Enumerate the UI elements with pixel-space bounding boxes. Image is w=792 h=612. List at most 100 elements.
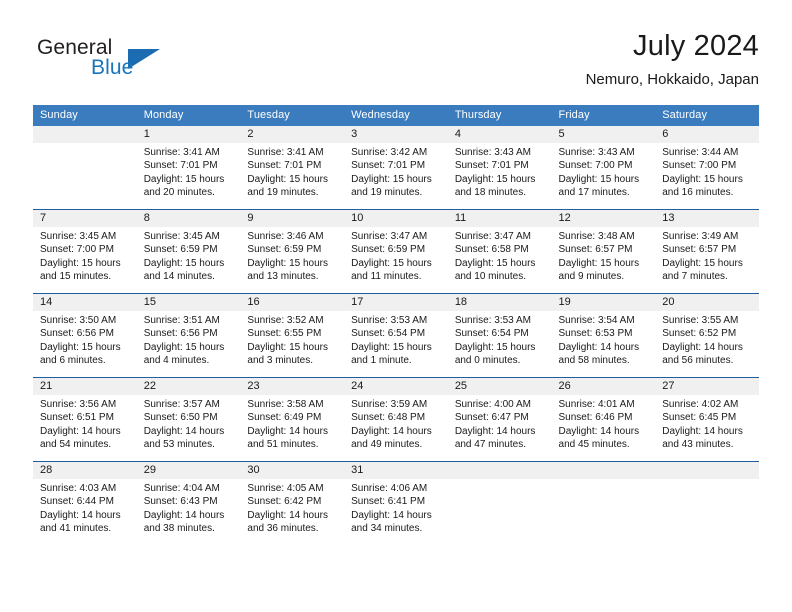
calendar-day-cell[interactable]: 17 Sunrise: 3:53 AM Sunset: 6:54 PM Dayligh… — [344, 293, 448, 378]
calendar-day-cell[interactable]: 22 Sunrise: 3:57 AM Sunset: 6:50 PM Dayligh… — [136, 377, 241, 462]
day-cell-details: Sunrise: 4:04 AM Sunset: 6:43 PM Daylight:… — [137, 479, 241, 536]
day-detail-line: and 4 minutes. — [143, 355, 210, 367]
calendar-day-cell[interactable]: 3 Sunrise: 3:42 AM Sunset: 7:01 PM Daylight… — [344, 126, 448, 210]
calendar-day-cell[interactable]: 4 Sunrise: 3:43 AM Sunset: 7:01 PM Daylight… — [447, 126, 552, 210]
day-cell-details: Sunrise: 3:43 AM Sunset: 7:01 PM Daylight:… — [448, 143, 552, 200]
day-cell-details: Sunrise: 3:52 AM Sunset: 6:55 PM Daylight:… — [240, 311, 344, 368]
day-cell-inner: 13 Sunrise: 3:49 AM Sunset: 6:57 PM Dayligh… — [655, 210, 759, 293]
day-detail-line: and 3 minutes. — [247, 355, 314, 367]
day-detail-line: Sunrise: 3:50 AM — [40, 315, 117, 326]
day-detail-line: Daylight: 15 hours — [143, 173, 225, 185]
day-cell-details: Sunrise: 3:49 AM Sunset: 6:57 PM Daylight:… — [655, 227, 759, 284]
day-cell-inner — [551, 462, 656, 545]
calendar-day-cell[interactable]: 13 Sunrise: 3:49 AM Sunset: 6:57 PM Dayligh… — [655, 209, 759, 294]
day-detail-line: and 10 minutes. — [454, 271, 526, 283]
day-number: 30 — [240, 462, 345, 479]
day-detail-line: and 45 minutes. — [558, 439, 630, 451]
day-cell-inner: 24 Sunrise: 3:59 AM Sunset: 6:48 PM Dayligh… — [344, 378, 448, 461]
calendar-day-cell[interactable]: 11 Sunrise: 3:47 AM Sunset: 6:58 PM Dayligh… — [447, 209, 552, 294]
day-detail-line: Daylight: 15 hours — [662, 257, 743, 269]
day-detail-line: and 43 minutes. — [662, 439, 734, 451]
day-detail-line: Sunset: 7:01 PM — [247, 160, 322, 172]
calendar-day-cell[interactable]: 9 Sunrise: 3:46 AM Sunset: 6:59 PM Daylight… — [240, 209, 345, 294]
calendar-week-row: 28 Sunrise: 4:03 AM Sunset: 6:44 PM Dayligh… — [33, 461, 759, 545]
day-cell-inner: 28 Sunrise: 4:03 AM Sunset: 6:44 PM Dayligh… — [33, 462, 137, 545]
day-number: 5 — [551, 126, 656, 143]
day-cell-inner — [655, 462, 759, 545]
day-number: 7 — [33, 210, 137, 227]
day-detail-line: Daylight: 14 hours — [558, 425, 640, 437]
calendar-day-cell[interactable]: 20 Sunrise: 3:55 AM Sunset: 6:52 PM Dayligh… — [655, 293, 759, 378]
calendar-day-cell[interactable]: 25 Sunrise: 4:00 AM Sunset: 6:47 PM Dayligh… — [447, 377, 552, 462]
calendar-day-cell[interactable]: 27 Sunrise: 4:02 AM Sunset: 6:45 PM Dayligh… — [655, 377, 759, 462]
calendar-day-cell[interactable]: 31 Sunrise: 4:06 AM Sunset: 6:41 PM Dayligh… — [344, 461, 448, 545]
day-detail-line: Sunrise: 3:42 AM — [351, 147, 428, 158]
day-number: 12 — [551, 210, 656, 227]
day-detail-line: Daylight: 15 hours — [454, 341, 536, 353]
day-cell-details: Sunrise: 3:58 AM Sunset: 6:49 PM Daylight:… — [240, 395, 344, 452]
calendar-day-cell[interactable]: 26 Sunrise: 4:01 AM Sunset: 6:46 PM Dayligh… — [551, 377, 656, 462]
calendar-day-cell[interactable]: 10 Sunrise: 3:47 AM Sunset: 6:59 PM Dayligh… — [344, 209, 448, 294]
day-number: 20 — [655, 294, 759, 311]
day-detail-line: and 11 minutes. — [351, 271, 422, 283]
brand-logo[interactable]: General Blue — [33, 36, 263, 90]
calendar-day-cell[interactable]: 12 Sunrise: 3:48 AM Sunset: 6:57 PM Dayligh… — [551, 209, 656, 294]
day-number — [447, 462, 552, 479]
day-cell-inner: 31 Sunrise: 4:06 AM Sunset: 6:41 PM Dayligh… — [344, 462, 448, 545]
day-detail-line: Sunrise: 3:49 AM — [662, 231, 739, 242]
day-cell-inner: 26 Sunrise: 4:01 AM Sunset: 6:46 PM Dayligh… — [551, 378, 656, 461]
day-detail-line: Sunrise: 3:53 AM — [351, 315, 428, 326]
day-detail-line: Sunrise: 4:03 AM — [40, 483, 117, 494]
calendar-day-cell[interactable]: 14 Sunrise: 3:50 AM Sunset: 6:56 PM Dayligh… — [33, 293, 137, 378]
calendar-day-cell[interactable]: 15 Sunrise: 3:51 AM Sunset: 6:56 PM Dayligh… — [136, 293, 241, 378]
calendar-day-cell[interactable]: 16 Sunrise: 3:52 AM Sunset: 6:55 PM Dayligh… — [240, 293, 345, 378]
calendar-day-cell[interactable]: 30 Sunrise: 4:05 AM Sunset: 6:42 PM Dayligh… — [240, 461, 345, 545]
day-detail-line: Sunset: 6:45 PM — [662, 412, 737, 424]
day-detail-line: Sunset: 6:43 PM — [143, 496, 218, 508]
calendar-day-cell[interactable]: 19 Sunrise: 3:54 AM Sunset: 6:53 PM Dayligh… — [551, 293, 656, 378]
calendar-day-cell[interactable]: 7 Sunrise: 3:45 AM Sunset: 7:00 PM Daylight… — [33, 209, 137, 294]
day-cell-inner: 3 Sunrise: 3:42 AM Sunset: 7:01 PM Daylight… — [344, 126, 448, 209]
day-cell-details: Sunrise: 4:05 AM Sunset: 6:42 PM Daylight:… — [240, 479, 344, 536]
day-cell-inner — [33, 126, 137, 209]
calendar-day-cell[interactable]: 2 Sunrise: 3:41 AM Sunset: 7:01 PM Daylight… — [240, 126, 345, 210]
day-cell-inner: 14 Sunrise: 3:50 AM Sunset: 6:56 PM Dayligh… — [33, 294, 137, 377]
calendar-day-cell[interactable]: 28 Sunrise: 4:03 AM Sunset: 6:44 PM Dayligh… — [33, 461, 137, 545]
day-detail-line: and 17 minutes. — [558, 187, 630, 199]
day-cell-inner: 8 Sunrise: 3:45 AM Sunset: 6:59 PM Daylight… — [136, 210, 241, 293]
day-number — [33, 126, 137, 143]
day-cell-inner: 30 Sunrise: 4:05 AM Sunset: 6:42 PM Dayligh… — [240, 462, 345, 545]
calendar-header-row: Sunday Monday Tuesday Wednesday Thursday Frid… — [33, 105, 759, 126]
weekday-header-thursday: Thursday — [447, 105, 552, 126]
day-detail-line: and 20 minutes. — [143, 187, 215, 199]
day-detail-line: Sunrise: 3:52 AM — [247, 315, 324, 326]
day-number: 1 — [136, 126, 241, 143]
day-detail-line: Sunset: 6:47 PM — [454, 412, 529, 424]
day-cell-inner: 20 Sunrise: 3:55 AM Sunset: 6:52 PM Dayligh… — [655, 294, 759, 377]
calendar-day-cell[interactable]: 24 Sunrise: 3:59 AM Sunset: 6:48 PM Dayligh… — [344, 377, 448, 462]
calendar-day-cell[interactable]: 21 Sunrise: 3:56 AM Sunset: 6:51 PM Dayligh… — [33, 377, 137, 462]
day-number: 10 — [344, 210, 448, 227]
calendar-week-row: 7 Sunrise: 3:45 AM Sunset: 7:00 PM Daylight… — [33, 209, 759, 294]
calendar-day-cell[interactable]: 8 Sunrise: 3:45 AM Sunset: 6:59 PM Daylight… — [136, 209, 241, 294]
calendar-day-cell[interactable]: 23 Sunrise: 3:58 AM Sunset: 6:49 PM Dayligh… — [240, 377, 345, 462]
day-detail-line: Sunrise: 3:43 AM — [454, 147, 531, 158]
calendar-day-cell[interactable]: 6 Sunrise: 3:44 AM Sunset: 7:00 PM Daylight… — [655, 126, 759, 210]
day-cell-inner: 16 Sunrise: 3:52 AM Sunset: 6:55 PM Dayligh… — [240, 294, 345, 377]
day-detail-line: Sunrise: 3:51 AM — [143, 315, 220, 326]
day-detail-line: and 1 minute. — [351, 355, 412, 367]
day-cell-inner: 18 Sunrise: 3:53 AM Sunset: 6:54 PM Dayligh… — [447, 294, 552, 377]
calendar-day-cell[interactable]: 5 Sunrise: 3:43 AM Sunset: 7:00 PM Daylight… — [551, 126, 656, 210]
calendar-day-cell[interactable]: 1 Sunrise: 3:41 AM Sunset: 7:01 PM Daylight… — [136, 126, 241, 210]
day-detail-line: Daylight: 14 hours — [247, 509, 329, 521]
page-header: General Blue July 2024 Nemuro, Hokkaido,… — [33, 28, 759, 98]
day-detail-line: Sunrise: 3:41 AM — [143, 147, 220, 158]
calendar-day-cell[interactable]: 18 Sunrise: 3:53 AM Sunset: 6:54 PM Dayligh… — [447, 293, 552, 378]
day-detail-line: Daylight: 15 hours — [454, 257, 536, 269]
calendar-day-cell[interactable]: 29 Sunrise: 4:04 AM Sunset: 6:43 PM Dayligh… — [136, 461, 241, 545]
page-title: July 2024 — [633, 30, 759, 62]
day-detail-line: Daylight: 15 hours — [351, 257, 432, 269]
day-detail-line: Sunrise: 3:44 AM — [662, 147, 739, 158]
day-cell-details: Sunrise: 3:51 AM Sunset: 6:56 PM Daylight:… — [137, 311, 241, 368]
day-cell-details — [552, 479, 656, 482]
